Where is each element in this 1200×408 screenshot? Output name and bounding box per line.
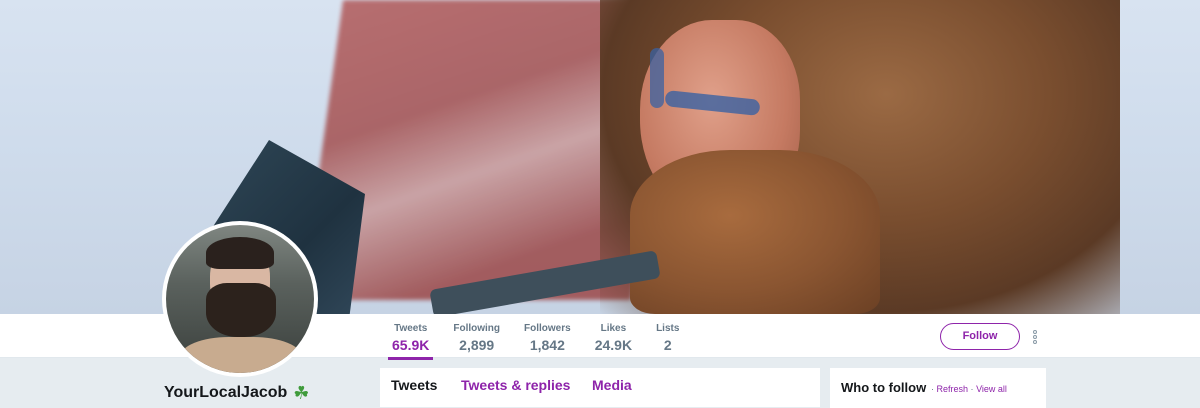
tab-tweets[interactable]: Tweets [391,377,437,393]
stat-lists-label: Lists [656,323,680,334]
who-to-follow-links: · Refresh · View all [931,384,1007,394]
avatar-hair [206,237,274,269]
stat-following-value: 2,899 [459,337,495,353]
stat-followers-value: 1,842 [529,337,565,353]
more-dot [1033,340,1037,344]
shamrock-icon: ☘ [293,383,310,403]
stat-tweets-value: 65.9K [392,337,430,353]
stat-likes[interactable]: Likes 24.9K [583,323,644,359]
banner-beard [630,150,880,314]
profile-stats: Tweets 65.9K Following 2,899 Followers 1… [380,323,691,363]
more-dot [1033,330,1037,334]
refresh-link[interactable]: Refresh [937,384,969,394]
stat-tweets[interactable]: Tweets 65.9K [380,323,441,360]
tab-media[interactable]: Media [592,377,632,393]
stat-following[interactable]: Following 2,899 [441,323,512,359]
who-to-follow-card: Who to follow · Refresh · View all [830,368,1046,408]
avatar-shirt [180,337,302,373]
profile-display-name[interactable]: YourLocalJacob [164,384,287,402]
more-dot [1033,335,1037,339]
more-vertical-icon[interactable] [1032,330,1038,346]
stat-following-label: Following [453,323,501,334]
stat-followers-label: Followers [524,323,571,334]
view-all-link[interactable]: View all [976,384,1007,394]
stat-lists[interactable]: Lists 2 [644,323,691,359]
timeline-tabs: Tweets Tweets & replies Media [380,368,820,408]
profile-name-row: YourLocalJacob ☘ [164,384,309,402]
separator-dot: · [931,384,934,394]
separator-dot: · [970,384,974,394]
stat-lists-value: 2 [663,337,672,353]
stat-followers[interactable]: Followers 1,842 [512,323,583,359]
profile-avatar[interactable] [162,221,318,377]
avatar-beard [206,283,276,337]
who-to-follow-title: Who to follow [841,380,927,395]
tab-tweets-and-replies[interactable]: Tweets & replies [461,377,570,393]
stat-likes-value: 24.9K [594,337,633,353]
stat-likes-label: Likes [600,323,627,334]
avatar-photo [166,225,314,373]
banner-face-paint [650,48,664,108]
stat-tweets-label: Tweets [394,323,428,334]
follow-button[interactable]: Follow [940,323,1020,350]
